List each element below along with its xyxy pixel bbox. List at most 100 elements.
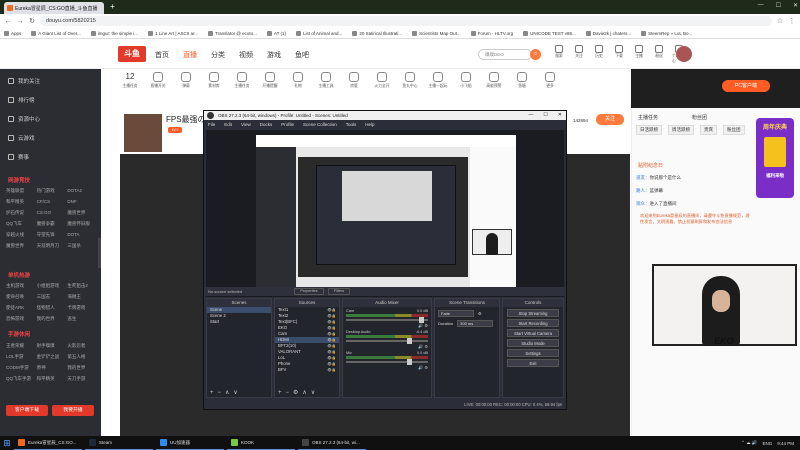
minimize-button[interactable]: — xyxy=(758,2,764,9)
taskbar-app[interactable]: OBS 27.2.3 (64-bit, wi... xyxy=(298,436,366,450)
gear-icon[interactable]: ⚙ xyxy=(478,311,482,316)
bookmark-item[interactable]: Translator @ ecoto... xyxy=(208,30,257,36)
feature-icon-item[interactable]: 主播工具 xyxy=(316,72,336,89)
nav-item[interactable]: 游戏 xyxy=(267,50,281,60)
obs-menu-item[interactable]: Tools xyxy=(346,120,357,129)
sidebar-game-link[interactable]: 火影忍者 xyxy=(67,343,98,349)
sidebar-game-link[interactable]: 守望先锋 xyxy=(37,232,68,238)
sidebar-game-link[interactable]: 恐怖游戏 xyxy=(6,316,37,322)
reload-icon[interactable]: ↻ xyxy=(28,17,36,25)
sidebar-game-link[interactable]: 我的世界 xyxy=(67,365,98,371)
feature-icon-item[interactable]: 小飞船 xyxy=(456,72,476,89)
bookmark-item[interactable]: AT (1) xyxy=(266,30,286,36)
obs-maximize-button[interactable]: ☐ xyxy=(543,111,547,120)
pc-client-button[interactable]: PC客户端 xyxy=(722,80,770,92)
obs-menu-item[interactable]: File xyxy=(208,120,215,129)
sidebar-game-link[interactable]: 小姐姐游戏 xyxy=(37,283,68,289)
search-icon[interactable]: ⌕ xyxy=(530,49,541,60)
sidebar-item[interactable]: 资源中心 xyxy=(8,115,40,123)
sidebar-game-link[interactable]: 天刀手游 xyxy=(67,376,98,382)
nav-item[interactable]: 分类 xyxy=(211,50,225,60)
clock[interactable]: 9:44 PM xyxy=(777,441,794,446)
sidebar-item[interactable]: 云游戏 xyxy=(8,134,35,142)
taskbar-app[interactable]: Eureka冒星辰_CS:GO... xyxy=(14,436,82,450)
rank-tab[interactable]: 日活跃榜 xyxy=(636,125,662,135)
sidebar-game-link[interactable]: 王者荣耀 xyxy=(6,343,37,349)
feature-icon-item[interactable]: 更多 xyxy=(540,72,560,89)
sidebar-item[interactable]: 赛事 xyxy=(8,153,29,161)
promo-banner[interactable]: 周年庆典 福利来啦 xyxy=(756,118,794,198)
sidebar-game-link[interactable]: CODM手游 xyxy=(6,365,37,371)
back-arrow-icon[interactable]: ← xyxy=(4,18,12,25)
start-recording-button[interactable]: Start Recording xyxy=(507,319,559,327)
start-broadcast-button[interactable]: 我要开播 xyxy=(52,405,94,416)
stop-streaming-button[interactable]: Stop Streaming xyxy=(507,309,559,317)
sidebar-game-link[interactable]: QQ飞车手游 xyxy=(6,376,37,382)
feature-icon-item[interactable]: 房管 xyxy=(344,72,364,89)
volume-slider[interactable] xyxy=(346,317,428,323)
nav-item[interactable]: 首页 xyxy=(155,50,169,60)
sidebar-game-link[interactable]: 金铲铲之战 xyxy=(37,354,68,360)
bookmark-item[interactable]: imgur: the simple i... xyxy=(90,30,138,36)
bookmark-item[interactable]: Apps xyxy=(4,30,21,36)
client-download-button[interactable]: 客户端下载 xyxy=(6,405,48,416)
menu-dots-icon[interactable]: ⋮ xyxy=(788,17,796,25)
sidebar-game-link[interactable]: CS:GO xyxy=(37,210,68,216)
sidebar-game-link[interactable]: 使命召唤 xyxy=(6,294,37,300)
tray-icons[interactable]: ⌃ ☁ 🔊 xyxy=(741,440,757,446)
filters-button[interactable]: Filters xyxy=(328,288,350,295)
header-icon-item[interactable]: 下载 xyxy=(612,45,626,64)
browser-tab[interactable]: Eureka冒星辰_CS:GO直播_斗鱼直播 xyxy=(4,2,104,14)
sidebar-game-link[interactable]: 和平精英 xyxy=(6,199,37,205)
rank-tab[interactable]: 贵宾 xyxy=(700,125,717,135)
scene-item[interactable]: Start xyxy=(207,319,271,325)
eye-lock-icon[interactable]: 👁🔒 xyxy=(327,367,336,373)
obs-menu-item[interactable]: View xyxy=(241,120,251,129)
sidebar-game-link[interactable]: 主机游戏 xyxy=(6,283,37,289)
slider-knob[interactable] xyxy=(406,359,412,365)
sidebar-game-link[interactable]: 海贼王 xyxy=(67,294,98,300)
sources-toolbar[interactable]: +−⚙∧∨ xyxy=(275,389,339,397)
obs-close-button[interactable]: ✕ xyxy=(558,111,562,120)
user-avatar[interactable] xyxy=(676,46,692,62)
sidebar-game-link[interactable]: 炉石传说 xyxy=(6,210,37,216)
obs-menu-item[interactable]: Help xyxy=(365,120,374,129)
bookmark-item[interactable]: 1 Line Art | ASCII ar... xyxy=(148,30,198,36)
transition-select[interactable]: Fade xyxy=(438,310,474,317)
sidebar-game-link[interactable]: QQ飞车 xyxy=(6,221,37,227)
source-item[interactable]: BFV 👁🔒 xyxy=(275,367,339,373)
speaker-gear-icon[interactable]: 🔊 ⚙ xyxy=(346,344,428,349)
nav-item[interactable]: 视频 xyxy=(239,50,253,60)
volume-slider[interactable] xyxy=(346,359,428,365)
feature-icon-item[interactable]: 开播提醒 xyxy=(260,72,280,89)
exit-button[interactable]: Exit xyxy=(507,359,559,367)
bookmark-item[interactable]: SteemRep » LoL Bo... xyxy=(641,30,692,36)
sidebar-game-link[interactable]: LOL手游 xyxy=(6,354,37,360)
sidebar-game-link[interactable]: 热门游戏 xyxy=(37,188,68,194)
feature-icon-item[interactable]: 鱼丸中心 xyxy=(400,72,420,89)
header-icon-item[interactable]: 关注 xyxy=(572,45,586,64)
sidebar-game-link[interactable]: CF/CS xyxy=(37,199,68,205)
header-icon-item[interactable]: 主播 xyxy=(632,45,646,64)
feature-icon-item[interactable]: 素材库 xyxy=(204,72,224,89)
properties-button[interactable]: Properties xyxy=(294,288,324,295)
sidebar-game-link[interactable]: 魔兽世界 xyxy=(6,243,37,249)
obs-menu-item[interactable]: Profile xyxy=(281,120,294,129)
header-icon-item[interactable]: 粉丝 xyxy=(652,45,666,64)
obs-preview[interactable] xyxy=(206,130,564,297)
sidebar-game-link[interactable]: 使徒ARK xyxy=(6,305,37,311)
volume-slider[interactable] xyxy=(346,338,428,344)
nav-item[interactable]: 直播 xyxy=(183,50,197,60)
studio-mode-button[interactable]: Studio Mode xyxy=(507,339,559,347)
bookmark-item[interactable]: List of Animal and... xyxy=(296,30,342,36)
rank-tab[interactable]: 粉丝团 xyxy=(723,125,745,135)
sidebar-game-link[interactable]: 穿越火线 xyxy=(6,232,37,238)
feature-icon-item[interactable]: 礼物 xyxy=(288,72,308,89)
nav-item[interactable]: 鱼吧 xyxy=(295,50,309,60)
obs-menu-item[interactable]: Edit xyxy=(224,120,232,129)
header-icon-item[interactable]: 历史 xyxy=(592,45,606,64)
sidebar-game-link[interactable]: 天涯明月刀 xyxy=(37,243,68,249)
bookmark-item[interactable]: Davie2k | chaters... xyxy=(585,30,631,36)
sidebar-game-link[interactable]: DOTA xyxy=(67,232,98,238)
feature-icon-item[interactable]: 高能预警 xyxy=(484,72,504,89)
